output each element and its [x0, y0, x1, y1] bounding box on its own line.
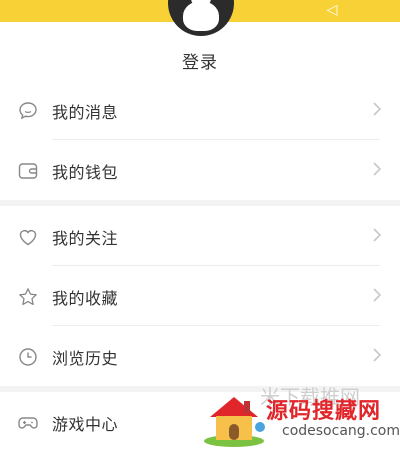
house-logo-icon [204, 397, 265, 447]
menu-group-2: 我的关注 我的收藏 浏览历史 [0, 206, 400, 392]
gamepad-icon [17, 412, 39, 434]
heart-icon [17, 226, 39, 248]
menu-group-1: 我的消息 我的钱包 [0, 80, 400, 206]
chevron-right-icon [370, 159, 384, 179]
chevron-right-icon [370, 345, 384, 365]
message-icon [17, 100, 39, 122]
menu-item-favorites[interactable]: 我的收藏 [0, 266, 400, 326]
menu-item-wallet[interactable]: 我的钱包 [0, 140, 400, 200]
watermark: 米下载推网 源码搜藏网 codesocang.com [200, 383, 400, 452]
watermark-url: codesocang.com [282, 423, 400, 439]
menu-item-label: 我的关注 [52, 229, 119, 248]
chevron-right-icon [370, 99, 384, 119]
chevron-right-icon [370, 225, 384, 245]
menu-item-label: 游戏中心 [52, 415, 119, 434]
avatar[interactable] [168, 0, 234, 36]
star-icon [17, 286, 39, 308]
menu-item-label: 浏览历史 [52, 349, 119, 368]
menu-item-label: 我的消息 [52, 103, 119, 122]
menu-item-following[interactable]: 我的关注 [0, 206, 400, 266]
login-button[interactable]: 登录 [0, 48, 400, 73]
menu-item-messages[interactable]: 我的消息 [0, 80, 400, 140]
watermark-title: 源码搜藏网 [266, 399, 382, 424]
share-icon[interactable]: ◁ [324, 2, 340, 18]
clock-icon [17, 346, 39, 368]
menu-item-label: 我的收藏 [52, 289, 119, 308]
chevron-right-icon [370, 285, 384, 305]
menu-item-label: 我的钱包 [52, 163, 119, 182]
wallet-icon [17, 160, 39, 182]
menu-item-history[interactable]: 浏览历史 [0, 326, 400, 386]
